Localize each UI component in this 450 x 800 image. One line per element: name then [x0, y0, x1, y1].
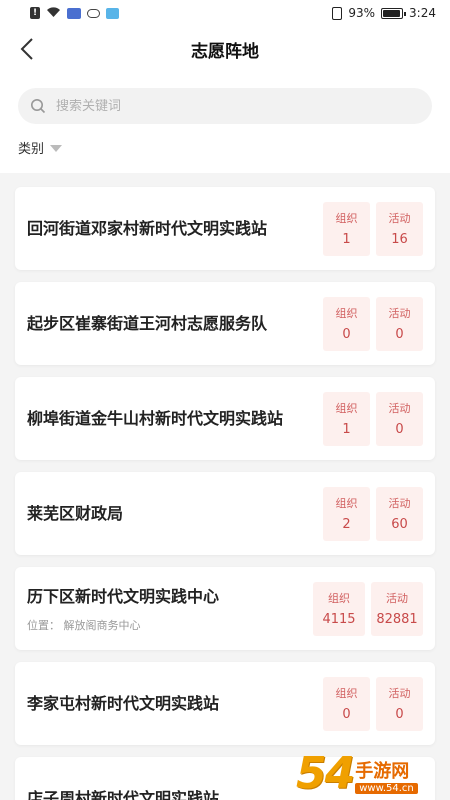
- clock: 3:24: [409, 6, 436, 20]
- site-card-stats: 组织 4115 活动 82881: [313, 581, 423, 636]
- stat-label: 组织: [335, 687, 358, 700]
- watermark-logo: 54 手游网 www.54.cn: [296, 738, 446, 800]
- site-card-stats: 组织 1 活动 0: [323, 391, 423, 446]
- site-card-title: 回河街道邓家村新时代文明实践站: [27, 218, 268, 238]
- stat-label: 活动: [386, 592, 408, 605]
- stat-label: 活动: [388, 687, 411, 700]
- back-button[interactable]: [14, 35, 42, 63]
- site-card[interactable]: 李家屯村新时代文明实践站 组织 0 活动 0: [15, 662, 435, 745]
- site-list: 回河街道邓家村新时代文明实践站 组织 1 活动 16 起步区崔寨街道王河村志愿服务队 组织 0…: [0, 173, 450, 800]
- site-card[interactable]: 莱芜区财政局 组织 2 活动 60: [15, 472, 435, 555]
- battery-percent: 93%: [348, 6, 376, 20]
- stat-value: 16: [391, 232, 408, 247]
- caret-down-icon: [50, 145, 63, 152]
- site-card-info: 历下区新时代文明实践中心位置： 解放阁商务中心: [27, 585, 313, 633]
- site-card-info: 莱芜区财政局: [27, 502, 323, 526]
- activity-count-stat[interactable]: 活动 0: [376, 391, 423, 446]
- site-card[interactable]: 回河街道邓家村新时代文明实践站 组织 1 活动 16: [15, 187, 435, 270]
- site-card-stats: 组织 1 活动 16: [323, 201, 423, 256]
- stat-label: 活动: [388, 497, 411, 510]
- site-card-stats: 组织 0 活动 0: [323, 676, 423, 731]
- stat-value: 1: [342, 422, 351, 437]
- org-count-stat[interactable]: 组织 0: [323, 676, 370, 731]
- wifi-icon: [46, 6, 61, 21]
- watermark-number: 54: [296, 748, 355, 799]
- site-card-stats: 组织 2 活动 60: [323, 486, 423, 541]
- site-card-info: 柳埠街道金牛山村新时代文明实践站: [27, 407, 323, 431]
- activity-count-stat[interactable]: 活动 0: [376, 296, 423, 351]
- site-card-info: 李家屯村新时代文明实践站: [27, 692, 323, 716]
- top-area: ! 93% 3:24 志愿阵地 搜索关键词 类别: [0, 0, 450, 173]
- page-title: 志愿阵地: [191, 41, 259, 62]
- stat-label: 活动: [388, 212, 411, 225]
- alert-icon: !: [30, 7, 40, 19]
- site-card-stats: 组织 0 活动 0: [323, 296, 423, 351]
- stat-value: 4115: [322, 612, 356, 627]
- activity-count-stat[interactable]: 活动 60: [376, 486, 423, 541]
- stat-value: 0: [342, 327, 351, 342]
- org-count-stat[interactable]: 组织 0: [323, 296, 370, 351]
- site-card[interactable]: 起步区崔寨街道王河村志愿服务队 组织 0 活动 0: [15, 282, 435, 365]
- stat-value: 0: [395, 422, 404, 437]
- cloud-icon: [87, 8, 100, 18]
- site-card-title: 柳埠街道金牛山村新时代文明实践站: [27, 408, 284, 428]
- site-card-title: 历下区新时代文明实践中心: [27, 586, 220, 606]
- category-filter[interactable]: 类别: [0, 124, 450, 173]
- site-card-title: 莱芜区财政局: [27, 503, 124, 523]
- category-filter-label: 类别: [18, 142, 45, 157]
- stat-label: 活动: [388, 307, 411, 320]
- org-count-stat[interactable]: 组织 1: [323, 201, 370, 256]
- stat-label: 组织: [335, 402, 358, 415]
- stat-value: 0: [342, 707, 351, 722]
- stat-label: 组织: [335, 307, 358, 320]
- vibrate-icon: [332, 6, 343, 20]
- stat-label: 组织: [328, 592, 350, 605]
- site-card[interactable]: 历下区新时代文明实践中心位置： 解放阁商务中心 组织 4115 活动 82881: [15, 567, 435, 650]
- site-card[interactable]: 柳埠街道金牛山村新时代文明实践站 组织 1 活动 0: [15, 377, 435, 460]
- site-card-title: 李家屯村新时代文明实践站: [27, 693, 220, 713]
- chevron-left-icon: [20, 38, 33, 60]
- status-bar: ! 93% 3:24: [0, 0, 450, 26]
- activity-count-stat[interactable]: 活动 16: [376, 201, 423, 256]
- stat-value: 60: [391, 517, 408, 532]
- activity-count-stat[interactable]: 活动 0: [376, 676, 423, 731]
- search-bar[interactable]: [18, 88, 432, 124]
- activity-count-stat[interactable]: 活动 82881: [371, 581, 423, 636]
- stat-label: 组织: [335, 212, 358, 225]
- image-icon: [106, 7, 119, 19]
- battery-icon: [381, 7, 407, 19]
- org-count-stat[interactable]: 组织 4115: [313, 581, 365, 636]
- search-icon: [31, 99, 46, 114]
- org-count-stat[interactable]: 组织 2: [323, 486, 370, 541]
- site-card-title: 起步区崔寨街道王河村志愿服务队: [27, 313, 268, 333]
- stat-value: 2: [342, 517, 351, 532]
- site-card-info: 回河街道邓家村新时代文明实践站: [27, 217, 323, 241]
- stat-value: 82881: [376, 612, 418, 627]
- stat-value: 1: [342, 232, 351, 247]
- stat-value: 0: [395, 327, 404, 342]
- mail-icon: [67, 7, 81, 19]
- search-input[interactable]: [56, 98, 420, 114]
- nav-bar: 志愿阵地: [0, 26, 450, 72]
- stat-label: 活动: [388, 402, 411, 415]
- watermark-url: www.54.cn: [355, 783, 418, 794]
- site-card-address: 位置： 解放阁商务中心: [27, 618, 141, 632]
- watermark-site-name: 手游网: [355, 761, 410, 782]
- stat-label: 组织: [335, 497, 358, 510]
- org-count-stat[interactable]: 组织 1: [323, 391, 370, 446]
- stat-value: 0: [395, 707, 404, 722]
- site-card-info: 起步区崔寨街道王河村志愿服务队: [27, 312, 323, 336]
